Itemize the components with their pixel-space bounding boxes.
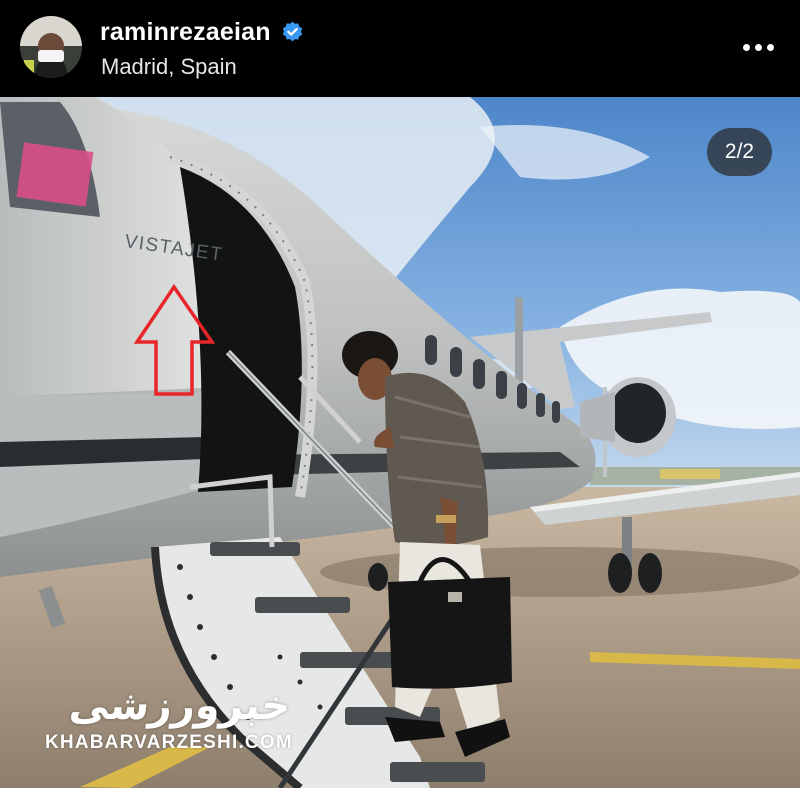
engine-intake [610, 383, 666, 443]
post-header: raminrezaeian Madrid, Spain [0, 0, 800, 97]
distant-vehicle [660, 469, 720, 479]
post-image[interactable]: VISTAJET 2/2 خبرورزشی KHABARVARZESHI.COM [0, 97, 800, 788]
more-dot [742, 43, 750, 51]
wheel [608, 553, 632, 593]
watermark-url: KHABARVARZESHI.COM [45, 732, 293, 753]
window-sticker [16, 142, 94, 207]
handbag-clasp [448, 592, 462, 602]
username[interactable]: raminrezaeian [100, 18, 271, 47]
instagram-post: raminrezaeian Madrid, Spain VISTAJET 2/2… [0, 0, 800, 788]
avatar-image [20, 16, 82, 78]
profile-avatar[interactable] [20, 16, 82, 78]
more-options-icon[interactable] [738, 30, 778, 64]
wheel [638, 553, 662, 593]
media-counter: 2/2 [707, 128, 772, 176]
verified-badge-icon [282, 21, 302, 42]
watermark: خبرورزشی KHABARVARZESHI.COM [45, 683, 315, 754]
more-dot [754, 43, 762, 51]
more-dot [766, 43, 774, 51]
wheel [368, 563, 388, 591]
post-location[interactable]: Madrid, Spain [101, 54, 237, 80]
watermark-logo: خبرورزشی [67, 683, 293, 729]
watch [436, 515, 456, 523]
